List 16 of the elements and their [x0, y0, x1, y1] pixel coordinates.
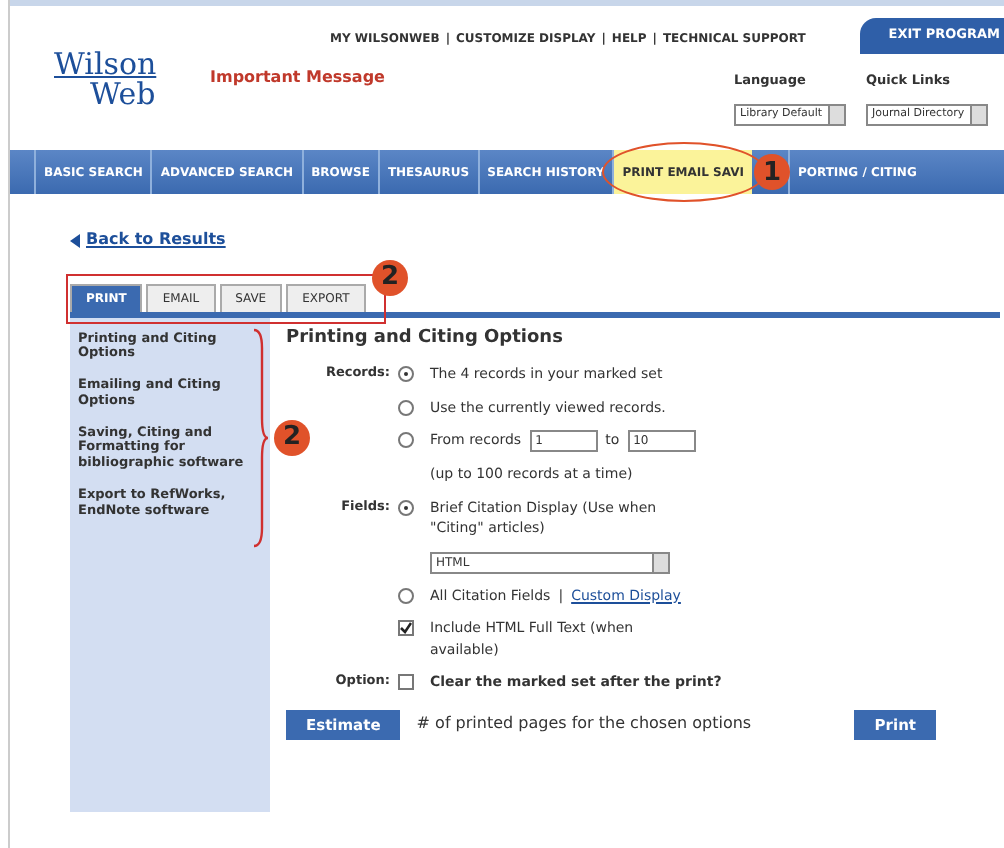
- radio-button[interactable]: [398, 499, 414, 515]
- back-arrow-icon: [70, 233, 80, 247]
- estimate-text: # of printed pages for the chosen options: [416, 712, 752, 737]
- logo-text[interactable]: Web: [90, 80, 157, 110]
- back-link[interactable]: Back to Results: [70, 228, 226, 252]
- section-title: Printing and Citing Options: [286, 325, 565, 351]
- callout-number: 2: [274, 419, 310, 455]
- radio-button[interactable]: [398, 587, 414, 603]
- checkbox[interactable]: [398, 620, 414, 636]
- callout-number: 2: [372, 259, 408, 295]
- radio-button[interactable]: [398, 366, 414, 382]
- radio-button[interactable]: [398, 399, 414, 415]
- important-message-link[interactable]: Important Message: [210, 66, 385, 90]
- logo-text[interactable]: Wilson: [54, 50, 157, 80]
- checkbox[interactable]: [398, 674, 414, 690]
- radio-button[interactable]: [398, 432, 414, 448]
